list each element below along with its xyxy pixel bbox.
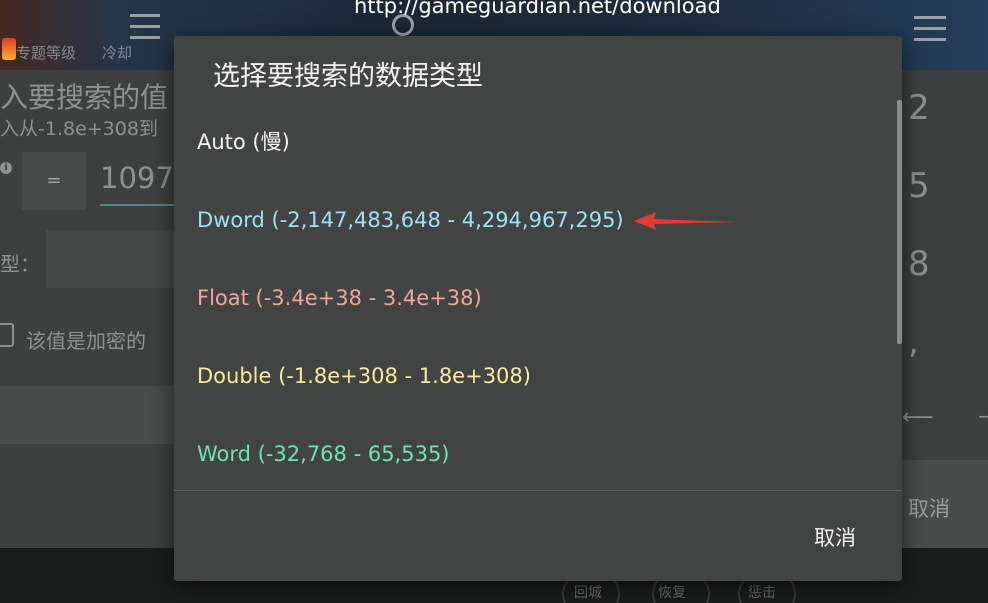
skill-label: 惩击 bbox=[748, 585, 776, 601]
search-value-input[interactable]: 10972 bbox=[100, 152, 180, 206]
dialog-title: 选择要搜索的数据类型 bbox=[213, 61, 483, 92]
filter-icon[interactable] bbox=[130, 12, 160, 42]
annotation-arrow-shape bbox=[634, 212, 736, 230]
background-cancel-button[interactable]: 取消 bbox=[908, 493, 950, 523]
encrypted-label: 该值是加密的 bbox=[26, 329, 146, 353]
strip-label-cooldown: 冷却 bbox=[102, 44, 133, 62]
option-float[interactable]: Float (-3.4e+38 - 3.4e+38) bbox=[174, 260, 890, 336]
game-app-icon[interactable] bbox=[2, 38, 16, 60]
info-icon[interactable]: i bbox=[0, 162, 12, 174]
dialog-cancel-button[interactable]: 取消 bbox=[790, 513, 880, 563]
backspace-icon[interactable]: ⟵ bbox=[902, 405, 934, 430]
keypad-minus-key[interactable]: – bbox=[978, 404, 988, 429]
option-label: Word (-32,768 - 65,535) bbox=[197, 442, 450, 466]
comparison-operator-button[interactable]: = bbox=[22, 152, 86, 210]
encrypted-checkbox[interactable] bbox=[0, 323, 14, 347]
keypad-key[interactable]: 5 bbox=[908, 166, 930, 206]
option-auto[interactable]: Auto (慢) bbox=[174, 104, 890, 180]
option-label: Dword (-2,147,483,648 - 4,294,967,295) bbox=[197, 208, 624, 232]
keypad-key[interactable]: 2 bbox=[908, 88, 930, 128]
option-label: Double (-1.8e+308 - 1.8e+308) bbox=[197, 364, 531, 388]
keypad-key[interactable]: , bbox=[908, 322, 919, 362]
option-double[interactable]: Double (-1.8e+308 - 1.8e+308) bbox=[174, 338, 890, 414]
option-dword[interactable]: Dword (-2,147,483,648 - 4,294,967,295) bbox=[174, 182, 890, 258]
keypad-key[interactable]: 8 bbox=[908, 244, 930, 284]
annotation-arrow-icon bbox=[634, 212, 736, 230]
option-word[interactable]: Word (-32,768 - 65,535) bbox=[174, 416, 890, 492]
menu-icon[interactable] bbox=[914, 16, 946, 42]
search-action-bar[interactable] bbox=[0, 386, 190, 444]
skill-label: 恢复 bbox=[658, 585, 686, 601]
screen: 专题等级 冷却 http://gameguardian.net/download… bbox=[0, 0, 988, 603]
type-label: 型： bbox=[0, 252, 40, 276]
search-range-hint: 入从-1.8e+308到 bbox=[0, 118, 158, 140]
search-panel-title: 入要搜索的值 bbox=[0, 81, 169, 114]
dialog-divider bbox=[174, 490, 902, 491]
skill-label: 回城 bbox=[574, 585, 602, 601]
data-type-dialog: 选择要搜索的数据类型 Auto (慢) Dword (-2,147,483,64… bbox=[174, 36, 902, 581]
type-select[interactable] bbox=[46, 230, 186, 288]
download-url-watermark: http://gameguardian.net/download bbox=[354, 0, 721, 18]
strip-label-level: 专题等级 bbox=[16, 44, 77, 62]
option-label: Float (-3.4e+38 - 3.4e+38) bbox=[197, 286, 482, 310]
option-label: Auto (慢) bbox=[197, 130, 290, 154]
dialog-scrollbar[interactable] bbox=[897, 100, 902, 344]
